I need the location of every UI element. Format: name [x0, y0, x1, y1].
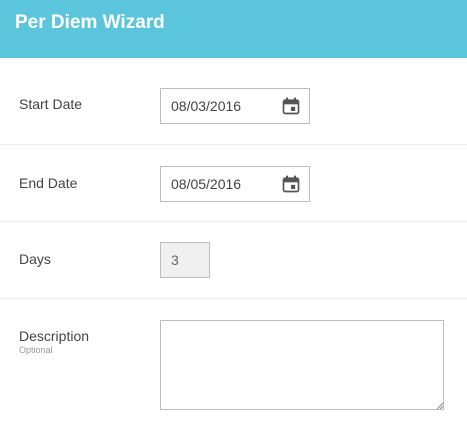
- start-date-value: 08/03/2016: [171, 98, 242, 114]
- wizard-header: Per Diem Wizard: [0, 0, 467, 58]
- description-optional-hint: Optional: [19, 345, 53, 355]
- description-label: Description: [19, 328, 90, 344]
- start-date-label: Start Date: [19, 96, 83, 112]
- end-date-label: End Date: [19, 175, 78, 191]
- description-textarea[interactable]: [160, 320, 444, 410]
- start-date-row: Start Date 08/03/2016: [0, 58, 467, 145]
- end-date-row: End Date 08/05/2016: [0, 145, 467, 222]
- days-field: 3: [160, 242, 210, 278]
- days-label: Days: [19, 251, 51, 267]
- per-diem-form: Start Date 08/03/2016 End Date 08/05/201…: [0, 58, 467, 429]
- resize-grip-icon[interactable]: [435, 401, 444, 410]
- end-date-field[interactable]: 08/05/2016: [160, 166, 310, 202]
- calendar-icon[interactable]: [281, 96, 301, 116]
- end-date-value: 08/05/2016: [171, 176, 242, 192]
- page-title: Per Diem Wizard: [15, 12, 165, 33]
- days-row: Days 3: [0, 222, 467, 299]
- start-date-field[interactable]: 08/03/2016: [160, 88, 310, 124]
- calendar-icon[interactable]: [281, 174, 301, 194]
- description-row: Description Optional: [0, 299, 467, 429]
